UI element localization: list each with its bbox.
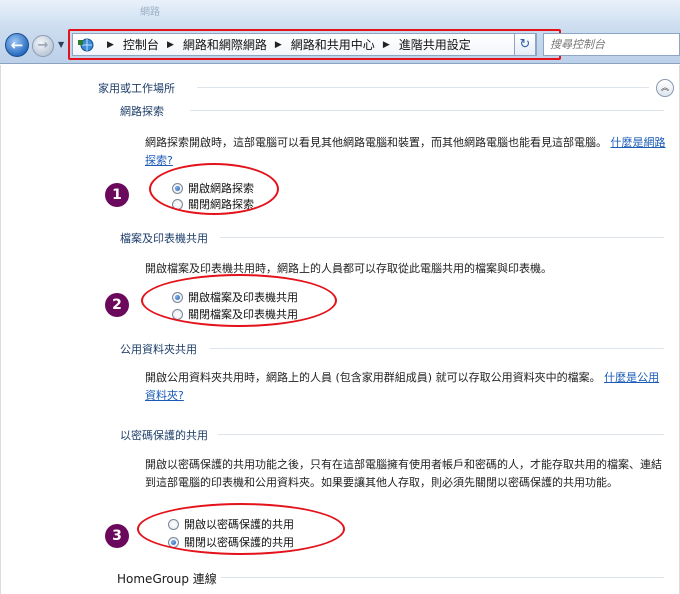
breadcrumb-control-panel[interactable]: 控制台 — [123, 36, 159, 53]
breadcrumb-separator-icon[interactable]: ▶ — [275, 40, 282, 50]
address-bar[interactable]: ▶ 控制台 ▶ 網路和網際網路 ▶ 網路和共用中心 ▶ 進階共用設定 — [72, 33, 537, 56]
annotation-badge-1: 1 — [105, 183, 129, 207]
breadcrumb-network-internet[interactable]: 網路和網際網路 — [183, 36, 267, 53]
radio-file-printer-off[interactable]: 關閉檔案及印表機共用 — [172, 306, 298, 322]
breadcrumb-separator-icon[interactable]: ▶ — [383, 40, 390, 50]
section-title-homegroup: HomeGroup 連線 — [117, 572, 217, 586]
refresh-button[interactable]: ↻ — [514, 33, 536, 56]
forward-button[interactable]: → — [32, 35, 54, 57]
forward-arrow-icon: → — [37, 38, 49, 53]
divider — [210, 348, 664, 349]
divider — [190, 110, 664, 111]
section-title-public-folder: 公用資料夾共用 — [120, 343, 197, 356]
back-button[interactable]: ← — [5, 33, 29, 57]
radio-button[interactable] — [172, 198, 183, 210]
breadcrumb-network-sharing-center[interactable]: 網路和共用中心 — [291, 36, 375, 53]
divider — [221, 577, 664, 578]
section-title-password: 以密碼保護的共用 — [120, 429, 208, 442]
search-input[interactable] — [544, 34, 679, 55]
radio-button[interactable] — [172, 182, 183, 194]
annotation-badge-3: 3 — [105, 524, 129, 548]
profile-title: 家用或工作場所 — [98, 82, 175, 95]
collapse-button[interactable]: ︽ — [656, 79, 674, 97]
radio-button[interactable] — [172, 308, 183, 320]
radio-label: 關閉網路探索 — [188, 198, 254, 211]
refresh-icon: ↻ — [519, 37, 531, 52]
radio-label: 開啟以密碼保護的共用 — [184, 518, 294, 531]
radio-label: 開啟檔案及印表機共用 — [188, 291, 298, 304]
section-title-discovery: 網路探索 — [120, 105, 164, 118]
radio-discovery-off[interactable]: 關閉網路探索 — [172, 196, 254, 212]
settings-panel: 家用或工作場所 ︽ 網路探索 網路探索開啟時，這部電腦可以看見其他網路電腦和裝置… — [0, 65, 680, 594]
annotation-badge-2: 2 — [105, 293, 129, 317]
file-printer-description: 開啟檔案及印表機共用時，網路上的人員都可以存取從此電腦共用的檔案與印表機。 — [145, 262, 552, 275]
radio-discovery-on[interactable]: 開啟網路探索 — [172, 180, 254, 196]
breadcrumb-advanced-sharing[interactable]: 進階共用設定 — [399, 36, 471, 53]
chevron-up-icon: ︽ — [661, 83, 669, 92]
breadcrumb-separator-icon[interactable]: ▶ — [167, 40, 174, 50]
radio-label: 關閉以密碼保護的共用 — [184, 536, 294, 549]
discovery-description: 網路探索開啟時，這部電腦可以看見其他網路電腦和裝置，而其他網路電腦也能看見這部電… — [145, 134, 669, 170]
recent-pages-button[interactable]: ▼ — [58, 40, 68, 50]
radio-button[interactable] — [172, 291, 183, 303]
section-title-file-printer: 檔案及印表機共用 — [120, 232, 208, 245]
radio-password-off[interactable]: 關閉以密碼保護的共用 — [168, 534, 294, 550]
public-folder-description-text: 開啟公用資料夾共用時，網路上的人員 (包含家用群組成員) 就可以存取公用資料夾中… — [145, 371, 601, 384]
radio-label: 開啟網路探索 — [188, 182, 254, 195]
window-caption: 網路 — [140, 7, 160, 18]
chevron-down-icon: ▼ — [58, 40, 65, 49]
radio-button[interactable] — [168, 536, 179, 548]
search-box[interactable] — [543, 33, 680, 56]
back-arrow-icon: ← — [10, 36, 24, 54]
breadcrumb-separator-icon[interactable]: ▶ — [107, 40, 114, 50]
radio-label: 關閉檔案及印表機共用 — [188, 308, 298, 321]
divider — [220, 237, 664, 238]
public-folder-description: 開啟公用資料夾共用時，網路上的人員 (包含家用群組成員) 就可以存取公用資料夾中… — [145, 369, 669, 405]
title-strip: 網路 — [0, 0, 680, 22]
radio-file-printer-on[interactable]: 開啟檔案及印表機共用 — [172, 289, 298, 305]
radio-button[interactable] — [168, 518, 179, 530]
password-description: 開啟以密碼保護的共用功能之後，只有在這部電腦擁有使用者帳戶和密碼的人，才能存取共… — [145, 458, 662, 489]
radio-password-on[interactable]: 開啟以密碼保護的共用 — [168, 516, 294, 532]
title-bar: 網路 ← → ▼ ▶ 控制台 ▶ 網路和網際網路 ▶ 網路和共用中心 ▶ 進階共… — [0, 0, 680, 64]
discovery-description-text: 網路探索開啟時，這部電腦可以看見其他網路電腦和裝置，而其他網路電腦也能看見這部電… — [145, 136, 607, 149]
network-globe-icon — [78, 38, 94, 52]
divider — [218, 434, 664, 435]
divider — [197, 87, 649, 88]
breadcrumb: ▶ 控制台 ▶ 網路和網際網路 ▶ 網路和共用中心 ▶ 進階共用設定 — [99, 34, 471, 55]
